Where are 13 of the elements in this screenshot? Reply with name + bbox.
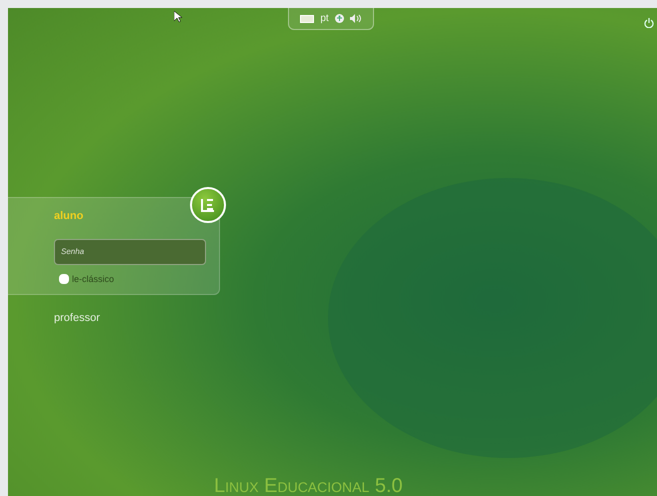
password-field[interactable]: Senha: [54, 238, 206, 264]
mouse-pointer-icon: [174, 11, 182, 22]
user-entry[interactable]: professor: [54, 310, 100, 326]
checkbox[interactable]: [59, 274, 69, 284]
keyboard-layout[interactable]: pt: [320, 11, 329, 26]
logo-icon: [190, 187, 226, 223]
accessibility-icon[interactable]: [334, 14, 344, 23]
speaker-icon[interactable]: [350, 14, 362, 23]
selected-user[interactable]: aluno: [54, 208, 84, 224]
session-label[interactable]: le-clássico: [72, 272, 114, 286]
power-icon[interactable]: [644, 18, 654, 28]
keyboard-icon[interactable]: [300, 14, 314, 22]
footer-title: Linux Educacional 5.0: [214, 474, 403, 496]
